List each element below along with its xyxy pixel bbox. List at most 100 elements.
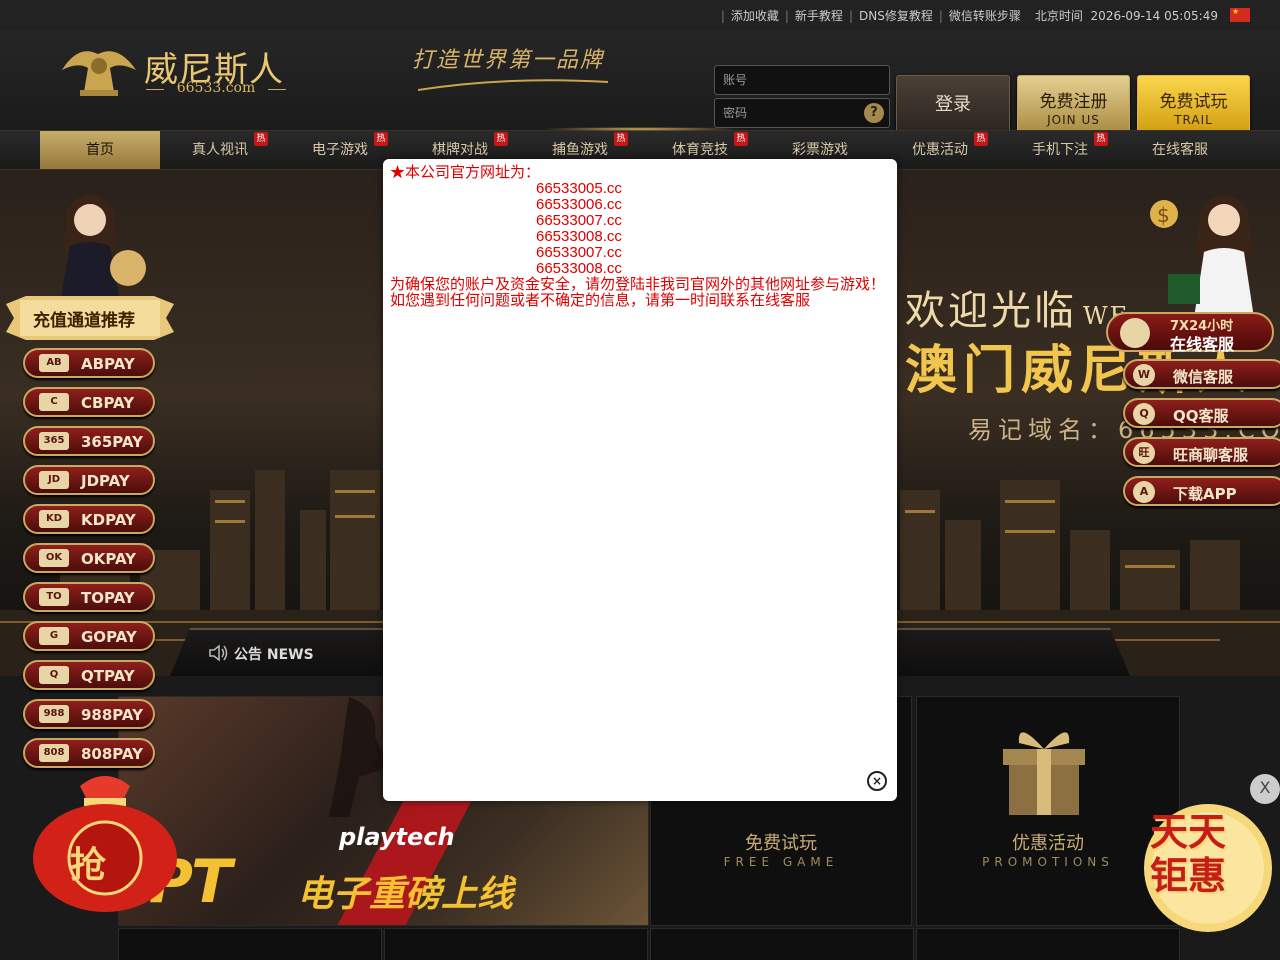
- payment-button-abpay[interactable]: AB ABPAY: [23, 348, 155, 378]
- payment-button-365pay[interactable]: 365 365PAY: [23, 426, 155, 456]
- payment-logo-icon: 988: [39, 705, 69, 723]
- payment-label: TOPAY: [81, 589, 135, 607]
- payment-label: OKPAY: [81, 550, 137, 568]
- separator: |: [784, 8, 789, 23]
- nav-item-label: 首页: [86, 142, 114, 158]
- payment-button-gopay[interactable]: G GOPAY: [23, 621, 155, 651]
- add-favorite-link[interactable]: 添加收藏: [731, 7, 779, 24]
- qq-icon: Q: [1133, 403, 1155, 425]
- payment-button-808pay[interactable]: 808 808PAY: [23, 738, 155, 768]
- wangshang-service-button[interactable]: 旺旺商聊客服: [1123, 437, 1280, 467]
- slogan: 打造世界第一品牌: [412, 42, 612, 92]
- payment-sidebar: 充值通道推荐 AB ABPAY C CBPAY 365 365PAY JD JDPAY KD KD…: [0, 176, 180, 776]
- modal-body: ★本公司官方网址为： 66533005.cc 66533006.cc 66533…: [390, 165, 890, 309]
- official-url-modal: ★本公司官方网址为： 66533005.cc 66533006.cc 66533…: [383, 159, 897, 801]
- service-label: 旺商聊客服: [1173, 446, 1249, 464]
- svg-text:$: $: [1157, 203, 1170, 227]
- nav-item-home[interactable]: 首页: [40, 131, 160, 169]
- lower-tile[interactable]: [384, 928, 648, 960]
- separator: |: [720, 8, 725, 23]
- payment-logo-icon: 365: [39, 432, 69, 450]
- playtech-logo: playtech: [339, 823, 455, 851]
- news-label: 公告 NEWS: [234, 647, 314, 663]
- free-game-label: 免费试玩: [745, 833, 817, 854]
- online-service-button[interactable]: 7X24小时 在线客服: [1106, 312, 1274, 354]
- hot-badge: 热: [734, 132, 748, 146]
- modal-close-button[interactable]: ×: [867, 771, 887, 791]
- payment-button-cbpay[interactable]: C CBPAY: [23, 387, 155, 417]
- wechat-icon: W: [1133, 364, 1155, 386]
- register-button[interactable]: 免费注册 JOIN US: [1017, 75, 1130, 135]
- slogan-text: 打造世界第一品牌: [412, 48, 605, 73]
- service-label: 下载APP: [1173, 485, 1237, 503]
- official-url: 66533008.cc: [536, 260, 622, 277]
- service-label: 微信客服: [1173, 368, 1234, 386]
- hot-badge: 热: [974, 132, 988, 146]
- separator: |: [848, 8, 853, 23]
- hostess-right-image: $: [1150, 195, 1254, 318]
- payment-logo-icon: 808: [39, 744, 69, 762]
- wangshang-icon: 旺: [1133, 442, 1155, 464]
- official-url: 66533007.cc: [536, 212, 622, 229]
- free-game-sublabel: FREE GAME: [723, 855, 839, 869]
- trial-label: 免费试玩: [1159, 92, 1228, 112]
- daily-promo-close-button[interactable]: X: [1250, 774, 1280, 804]
- download-icon: A: [1133, 481, 1155, 503]
- logo-domain: 66533.com: [146, 80, 286, 96]
- hot-badge: 热: [494, 132, 508, 146]
- nav-item-label: 电子游戏: [312, 142, 368, 158]
- nav-item-service[interactable]: 在线客服: [1120, 131, 1240, 169]
- download-service-button[interactable]: A 下载APP: [1123, 476, 1280, 506]
- hot-badge: 热: [1094, 132, 1108, 146]
- payment-button-jdpay[interactable]: JD JDPAY: [23, 465, 155, 495]
- wechat-transfer-link[interactable]: 微信转账步骤: [949, 7, 1021, 24]
- grab-label: 抢: [70, 844, 107, 886]
- daily-promo-text: 天天钜惠: [1150, 809, 1227, 898]
- payment-logo-icon: JD: [39, 471, 69, 489]
- clock-label: 北京时间: [1034, 9, 1083, 23]
- trial-button[interactable]: 免费试玩 TRAIL: [1137, 75, 1250, 135]
- nav-item-label: 棋牌对战: [432, 142, 488, 158]
- modal-warning: 为确保您的账户及资金安全，请勿登陆非我司官网外的其他网址参与游戏！如您遇到任何问…: [390, 276, 886, 309]
- payment-logo-icon: TO: [39, 588, 69, 606]
- payment-logo-icon: KD: [39, 510, 69, 528]
- payment-label: 988PAY: [81, 706, 143, 724]
- nav-item-live[interactable]: 真人视讯热: [160, 131, 280, 169]
- dns-repair-link[interactable]: DNS修复教程: [859, 7, 933, 24]
- hot-badge: 热: [254, 132, 268, 146]
- login-button[interactable]: 登录: [896, 75, 1010, 135]
- china-flag-icon[interactable]: ★: [1230, 8, 1250, 22]
- payment-button-988pay[interactable]: 988 988PAY: [23, 699, 155, 729]
- beginner-tutorial-link[interactable]: 新手教程: [795, 7, 843, 24]
- nav-item-slots[interactable]: 电子游戏热: [280, 131, 400, 169]
- register-sublabel: JOIN US: [1047, 113, 1100, 127]
- payment-button-qtpay[interactable]: Q QTPAY: [23, 660, 155, 690]
- modal-heading: ★本公司官方网址为：: [390, 164, 541, 181]
- payment-button-topay[interactable]: TO TOPAY: [23, 582, 155, 612]
- wechat-service-button[interactable]: W 微信客服: [1123, 359, 1280, 389]
- payment-logo-icon: AB: [39, 354, 69, 372]
- lower-tile[interactable]: [118, 928, 382, 960]
- separator: |: [938, 8, 943, 23]
- payment-button-okpay[interactable]: OK OKPAY: [23, 543, 155, 573]
- nav-item-label: 彩票游戏: [792, 142, 848, 158]
- nav-item-promotions[interactable]: 优惠活动热: [880, 131, 1000, 169]
- speaker-icon: [209, 644, 228, 662]
- official-url: 66533006.cc: [536, 196, 622, 213]
- register-label: 免费注册: [1039, 92, 1108, 112]
- site-logo[interactable]: 威尼斯人 66533.com: [58, 40, 288, 100]
- nav-item-mobile[interactable]: 手机下注热: [1000, 131, 1120, 169]
- qq-service-button[interactable]: Q QQ客服: [1123, 398, 1280, 428]
- help-icon[interactable]: ?: [864, 103, 884, 123]
- lower-tile[interactable]: [650, 928, 914, 960]
- nav-item-label: 手机下注: [1032, 142, 1088, 158]
- account-input[interactable]: 账号: [714, 65, 890, 95]
- service-label: QQ客服: [1173, 407, 1229, 425]
- recharge-title: 充值通道推荐: [33, 311, 135, 331]
- header: 威尼斯人 66533.com 打造世界第一品牌 账号 密码 ? 登录 免费注册 …: [0, 30, 1280, 135]
- trial-sublabel: TRAIL: [1174, 113, 1213, 127]
- official-url: 66533007.cc: [536, 244, 622, 261]
- nav-item-label: 真人视讯: [192, 142, 248, 158]
- gift-box-icon: [1003, 732, 1085, 815]
- payment-button-kdpay[interactable]: KD KDPAY: [23, 504, 155, 534]
